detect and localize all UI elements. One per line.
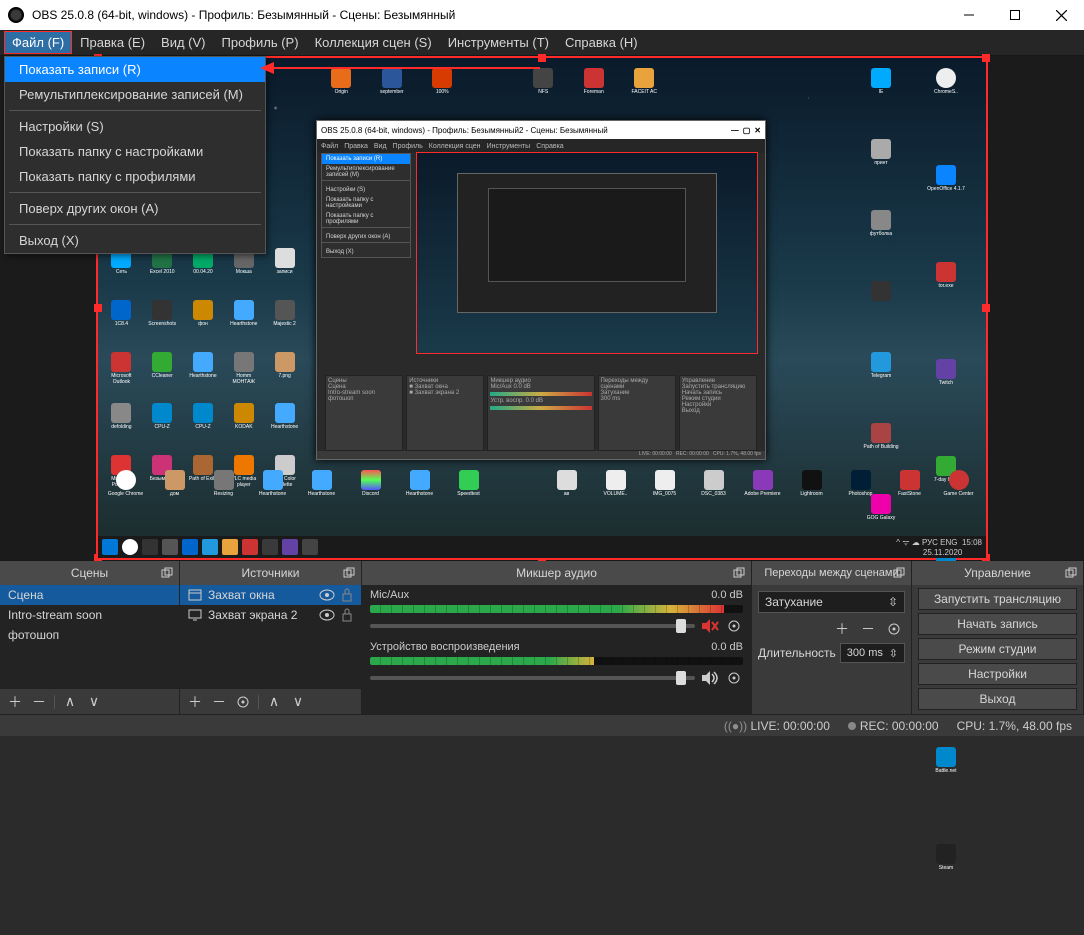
source-up-button[interactable]: ∧ [263,692,285,712]
mixer-title: Микшер аудио [516,566,597,580]
remove-transition-button[interactable]: － [857,619,879,639]
visibility-toggle[interactable] [319,609,335,621]
popout-icon[interactable] [891,565,907,581]
popout-icon[interactable] [341,565,357,581]
visibility-toggle[interactable] [319,589,335,601]
settings-button[interactable]: Настройки [918,663,1077,685]
scene-up-button[interactable]: ∧ [59,692,81,712]
controls-dock: Управление Запустить трансляцию Начать з… [912,561,1084,714]
add-source-button[interactable]: ＋ [184,692,206,712]
source-down-button[interactable]: ∨ [287,692,309,712]
audio-mixer-dock: Микшер аудио Mic/Aux0.0 dB Устройство во… [362,561,752,714]
resize-handle[interactable] [94,304,102,312]
dropdown-remux[interactable]: Ремультиплексирование записей (M) [5,82,265,107]
mixer-channel: Устройство воспроизведения0.0 dB [362,637,751,689]
mixer-channel: Mic/Aux0.0 dB [362,585,751,637]
exit-button[interactable]: Выход [918,688,1077,710]
scenes-title: Сцены [71,566,108,580]
dropdown-separator [9,192,261,193]
mute-button[interactable] [701,617,719,635]
resize-handle[interactable] [538,54,546,62]
menu-help[interactable]: Справка (H) [557,31,646,54]
dropdown-always-on-top[interactable]: Поверх других окон (A) [5,196,265,221]
menu-profile[interactable]: Профиль (P) [214,31,307,54]
mute-button[interactable] [701,669,719,687]
scene-item[interactable]: Сцена [0,585,179,605]
desktop-icons: Сеть Excel 2010 00.04.20 Мокша записи 1С… [103,248,303,503]
stream-status: ((●)) LIVE: 00:00:00 [724,719,830,733]
preview-taskbar: ^ ᯤ ☁ РУС ENG 15:08 25.11.2020 [98,536,986,558]
transition-settings-button[interactable] [883,619,905,639]
obs-logo-icon [8,7,24,23]
popout-icon[interactable] [159,565,175,581]
resize-handle[interactable] [982,304,990,312]
dropdown-separator [9,110,261,111]
channel-settings-button[interactable] [725,669,743,687]
popout-icon[interactable] [731,565,747,581]
volume-slider[interactable] [370,676,695,680]
sources-title: Источники [242,566,300,580]
chevron-updown-icon: ⇳ [889,647,898,660]
dropdown-show-settings-folder[interactable]: Показать папку с настройками [5,139,265,164]
scene-down-button[interactable]: ∨ [83,692,105,712]
desktop-icons: Google Chrome дом Resizing Hearthstone H… [103,470,981,529]
source-item[interactable]: Захват экрана 2 [180,605,361,625]
menu-tools[interactable]: Инструменты (T) [440,31,557,54]
chevron-updown-icon: ⇳ [888,595,898,609]
dropdown-settings[interactable]: Настройки (S) [5,114,265,139]
popout-icon[interactable] [1063,565,1079,581]
remove-source-button[interactable]: － [208,692,230,712]
menu-view[interactable]: Вид (V) [153,31,213,54]
window-capture-icon [188,588,202,602]
start-recording-button[interactable]: Начать запись [918,613,1077,635]
close-button[interactable] [1038,0,1084,30]
minimize-button[interactable] [946,0,992,30]
add-scene-button[interactable]: ＋ [4,692,26,712]
docks-row: Сцены Сцена Intro-stream soon фотошоп ＋ … [0,560,1084,714]
maximize-button[interactable] [992,0,1038,30]
studio-mode-button[interactable]: Режим студии [918,638,1077,660]
menu-edit[interactable]: Правка (E) [72,31,153,54]
source-item[interactable]: Захват окна [180,585,361,605]
scene-item[interactable]: Intro-stream soon [0,605,179,625]
dropdown-separator [9,224,261,225]
menubar: Файл (F) Правка (E) Вид (V) Профиль (P) … [0,30,1084,56]
channel-settings-button[interactable] [725,617,743,635]
menu-scene-collection[interactable]: Коллекция сцен (S) [307,31,440,54]
transitions-title: Переходы между сценами [764,567,898,579]
start-streaming-button[interactable]: Запустить трансляцию [918,588,1077,610]
transition-select[interactable]: Затухание ⇳ [758,591,905,613]
source-properties-button[interactable] [232,692,254,712]
dropdown-exit[interactable]: Выход (X) [5,228,265,253]
scene-item[interactable]: фотошоп [0,625,179,645]
file-dropdown-menu: Показать записи (R) Ремультиплексировани… [4,56,266,254]
lock-icon[interactable] [341,588,353,602]
transitions-dock: Переходы между сценами Затухание ⇳ ＋ － Д… [752,561,912,714]
titlebar: OBS 25.0.8 (64-bit, windows) - Профиль: … [0,0,1084,30]
menu-file[interactable]: Файл (F) [4,31,72,54]
sources-dock: Источники Захват окна Захват экрана 2 ＋ … [180,561,362,714]
window-title: OBS 25.0.8 (64-bit, windows) - Профиль: … [32,8,946,22]
nested-obs-window: OBS 25.0.8 (64-bit, windows) - Профиль: … [316,120,766,460]
remove-scene-button[interactable]: － [28,692,50,712]
dropdown-show-recordings[interactable]: Показать записи (R) [5,57,265,82]
dropdown-show-profiles-folder[interactable]: Показать папку с профилями [5,164,265,189]
volume-slider[interactable] [370,624,695,628]
add-transition-button[interactable]: ＋ [831,619,853,639]
resize-handle[interactable] [982,54,990,62]
display-capture-icon [188,608,202,622]
lock-icon[interactable] [341,608,353,622]
scenes-dock: Сцены Сцена Intro-stream soon фотошоп ＋ … [0,561,180,714]
duration-spinbox[interactable]: 300 ms ⇳ [840,643,905,663]
controls-title: Управление [964,566,1031,580]
